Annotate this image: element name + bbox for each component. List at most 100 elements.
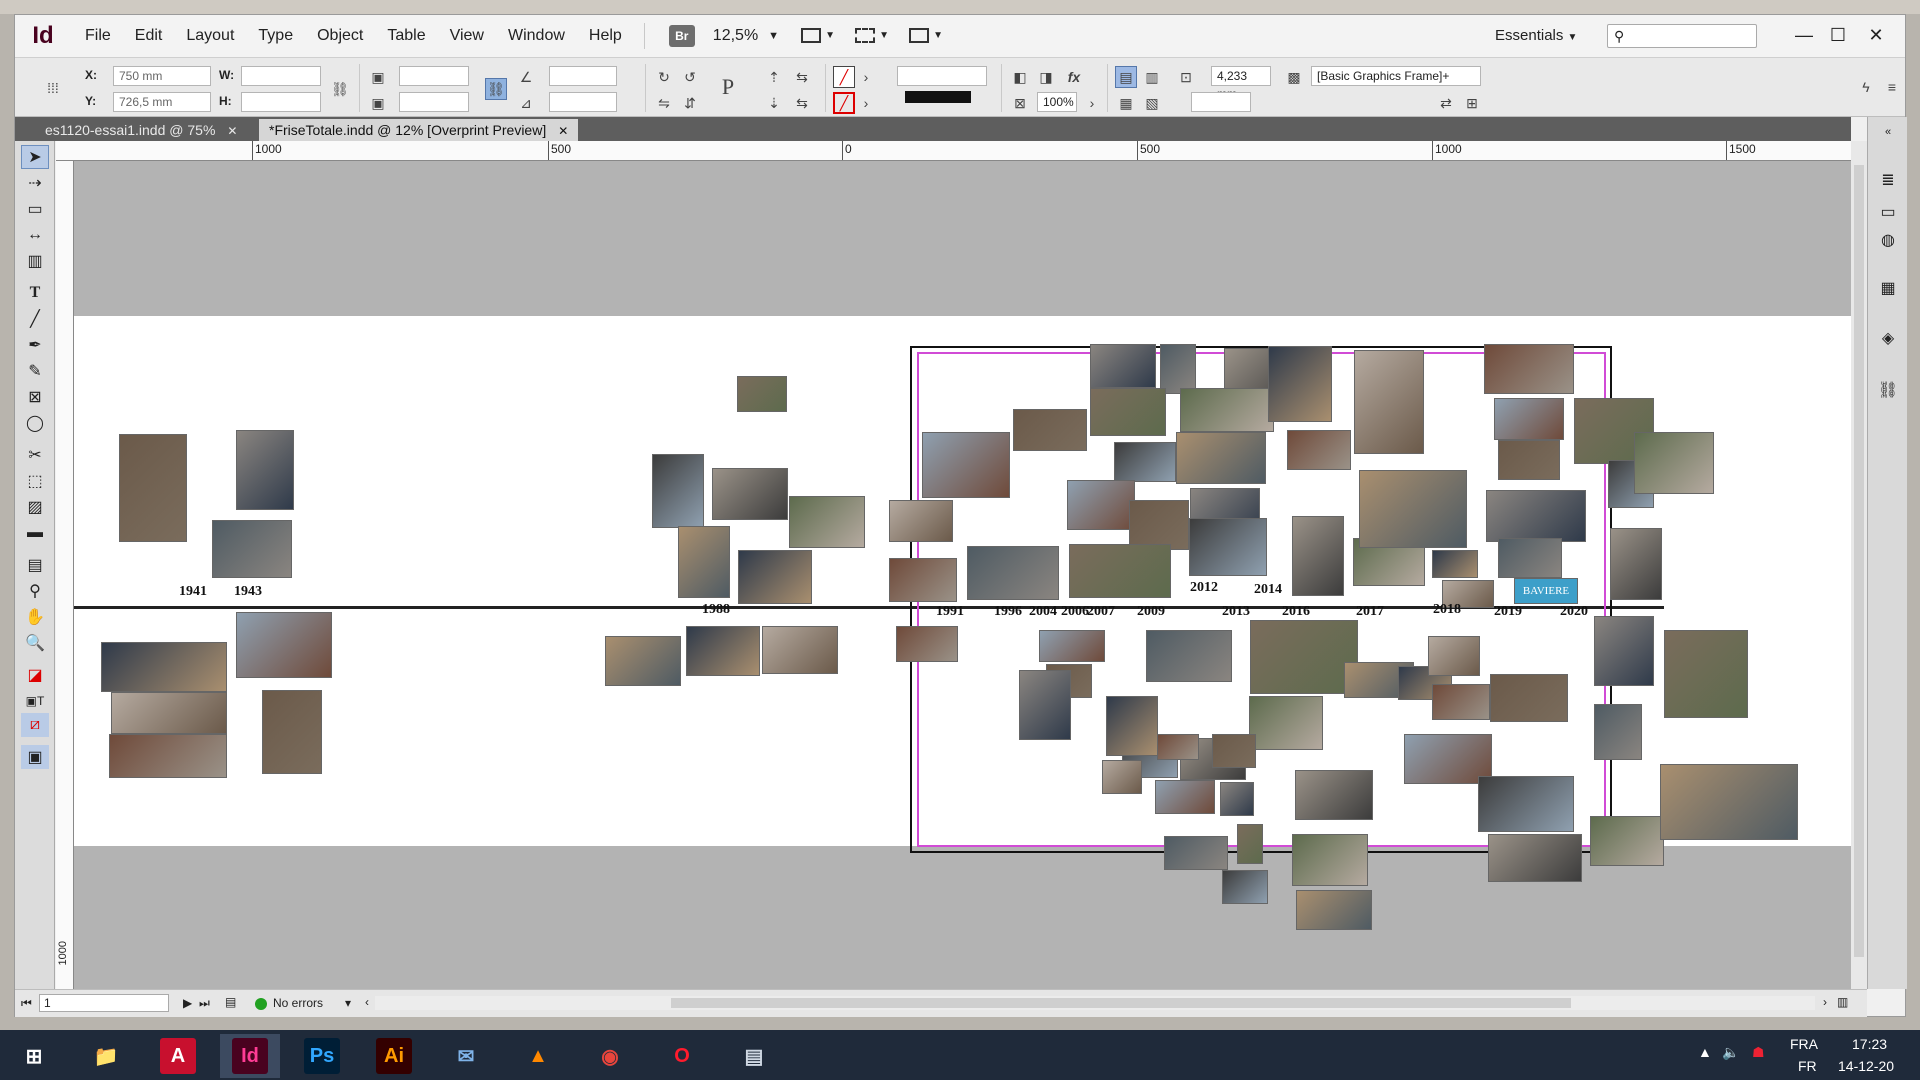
baviere-logo[interactable]: BAVIERE: [1514, 578, 1578, 604]
taskbar-thunderbird-button[interactable]: ✉: [436, 1034, 496, 1078]
menu-table[interactable]: Table: [375, 15, 437, 57]
gradient-feather-tool-icon[interactable]: ▬: [21, 521, 49, 545]
links-panel-icon[interactable]: ▭: [1876, 201, 1900, 223]
drop-shadow-icon[interactable]: ◧: [1009, 66, 1031, 88]
horizontal-scrollbar[interactable]: [375, 996, 1815, 1010]
eyedropper-tool-icon[interactable]: ⚲: [21, 579, 49, 603]
close-icon[interactable]: ✕: [227, 124, 237, 138]
horizontal-ruler[interactable]: 1000 500 0 500 1000 1500: [56, 141, 1851, 161]
fill-stroke-swatch-icon[interactable]: ◪: [21, 663, 49, 687]
placed-image[interactable]: [1498, 538, 1562, 578]
placed-image[interactable]: [1164, 836, 1228, 870]
placed-image[interactable]: [922, 432, 1010, 498]
placed-image[interactable]: [1359, 470, 1467, 548]
placed-image[interactable]: [1594, 616, 1654, 686]
placed-image[interactable]: [652, 454, 704, 528]
free-transform-tool-icon[interactable]: ⬚: [21, 469, 49, 493]
menu-file[interactable]: File: [73, 15, 123, 57]
placed-image[interactable]: [119, 434, 187, 542]
width-field[interactable]: [241, 66, 321, 86]
placed-image[interactable]: [1250, 620, 1358, 694]
taskbar-acrobat-button[interactable]: A: [148, 1034, 208, 1078]
placed-image[interactable]: [1295, 770, 1373, 820]
clock-date[interactable]: 14-12-20: [1838, 1058, 1894, 1074]
clear-style-icon[interactable]: ⊞: [1461, 92, 1483, 114]
placed-image[interactable]: [889, 558, 957, 602]
placed-image[interactable]: [236, 430, 294, 510]
scroll-right-icon[interactable]: ›: [1823, 995, 1827, 1009]
rotate-counterclockwise-icon[interactable]: ↺: [679, 66, 701, 88]
placed-image[interactable]: [1354, 350, 1424, 454]
panel-menu-icon[interactable]: ≡: [1881, 76, 1903, 98]
placed-image[interactable]: [1287, 430, 1351, 470]
placed-image[interactable]: [111, 692, 227, 734]
placed-image[interactable]: [738, 550, 812, 604]
placed-image[interactable]: [1039, 630, 1105, 662]
keyboard-layout-indicator[interactable]: FR: [1798, 1058, 1817, 1074]
taskbar-vlc-button[interactable]: ▲: [508, 1034, 568, 1078]
placed-image[interactable]: [1212, 734, 1256, 768]
stroke-weight-field[interactable]: 4,233 mm: [1211, 66, 1271, 101]
placed-image[interactable]: [1114, 442, 1176, 482]
links-chain-icon[interactable]: ⛓: [1876, 379, 1900, 401]
placed-image[interactable]: [1432, 550, 1478, 578]
tab-document-1[interactable]: es1120-essai1.indd @ 75% ✕: [35, 119, 247, 141]
placed-image[interactable]: [109, 734, 227, 778]
placed-image[interactable]: [101, 642, 227, 692]
pen-tool-icon[interactable]: ✒: [21, 333, 49, 357]
menu-object[interactable]: Object: [305, 15, 375, 57]
first-page-icon[interactable]: ⏮: [21, 996, 32, 1011]
screen-mode-icon[interactable]: ▣: [21, 745, 49, 769]
taskbar-photoshop-button[interactable]: Ps: [292, 1034, 352, 1078]
flip-vertical-icon[interactable]: ⇵: [679, 92, 701, 114]
zoom-level-select[interactable]: 12,5% ▼: [713, 27, 779, 45]
placed-image[interactable]: [1160, 344, 1196, 394]
opacity-field[interactable]: 100%: [1037, 92, 1077, 112]
line-tool-icon[interactable]: ╱: [21, 307, 49, 331]
placed-image[interactable]: [1292, 516, 1344, 596]
select-next-object-icon[interactable]: ⇆: [791, 92, 813, 114]
placed-image[interactable]: [1155, 780, 1215, 814]
chevron-right-icon[interactable]: ›: [855, 92, 877, 114]
placed-image[interactable]: [1594, 704, 1642, 760]
placed-image[interactable]: [1292, 834, 1368, 886]
placed-image[interactable]: [1634, 432, 1714, 494]
volume-icon[interactable]: 🔈: [1722, 1044, 1739, 1061]
placed-image[interactable]: [762, 626, 838, 674]
help-search-input[interactable]: ⚲: [1607, 24, 1757, 48]
placed-image[interactable]: [1220, 782, 1254, 816]
placed-image[interactable]: [896, 626, 958, 662]
placed-image[interactable]: [1428, 636, 1480, 676]
maximize-button[interactable]: ☐: [1823, 21, 1853, 49]
ellipse-tool-icon[interactable]: ◯: [21, 411, 49, 435]
content-collector-icon[interactable]: ▥: [21, 249, 49, 273]
text-wrap-jump-icon[interactable]: ▧: [1141, 92, 1163, 114]
text-wrap-bounding-icon[interactable]: ▥: [1141, 66, 1163, 88]
formatting-affects-icon[interactable]: ▣T: [21, 689, 49, 713]
clock-time[interactable]: 17:23: [1852, 1036, 1887, 1052]
pencil-tool-icon[interactable]: ✎: [21, 359, 49, 383]
placed-image[interactable]: [1610, 528, 1662, 600]
placed-image[interactable]: [1019, 670, 1071, 740]
select-previous-object-icon[interactable]: ⇆: [791, 66, 813, 88]
taskbar-file-explorer-button[interactable]: 📁: [76, 1034, 136, 1078]
taskbar-chrome-button[interactable]: ◉: [580, 1034, 640, 1078]
apply-none-icon[interactable]: ⧄: [21, 713, 49, 737]
flip-horizontal-icon[interactable]: ⇋: [653, 92, 675, 114]
taskbar-notes-button[interactable]: ▤: [724, 1034, 784, 1078]
scale-x-field[interactable]: [399, 66, 469, 86]
menu-window[interactable]: Window: [496, 15, 577, 57]
minimize-button[interactable]: —: [1789, 21, 1819, 49]
placed-image[interactable]: [1590, 816, 1664, 866]
placed-image[interactable]: [1490, 674, 1568, 722]
note-tool-icon[interactable]: ▤: [21, 553, 49, 577]
screen-mode-button[interactable]: ▼: [851, 24, 889, 48]
placed-image[interactable]: [889, 500, 953, 542]
color-panel-icon[interactable]: ◍: [1876, 229, 1900, 251]
stroke-swatch-icon[interactable]: ╱: [833, 92, 855, 114]
view-options-button[interactable]: ▼: [797, 24, 835, 48]
close-icon[interactable]: ✕: [558, 124, 568, 138]
open-folder-icon[interactable]: ▤: [225, 995, 236, 1009]
tab-document-2[interactable]: *FriseTotale.indd @ 12% [Overprint Previ…: [259, 119, 579, 141]
constrain-scale-icon[interactable]: ⛓: [485, 78, 507, 100]
